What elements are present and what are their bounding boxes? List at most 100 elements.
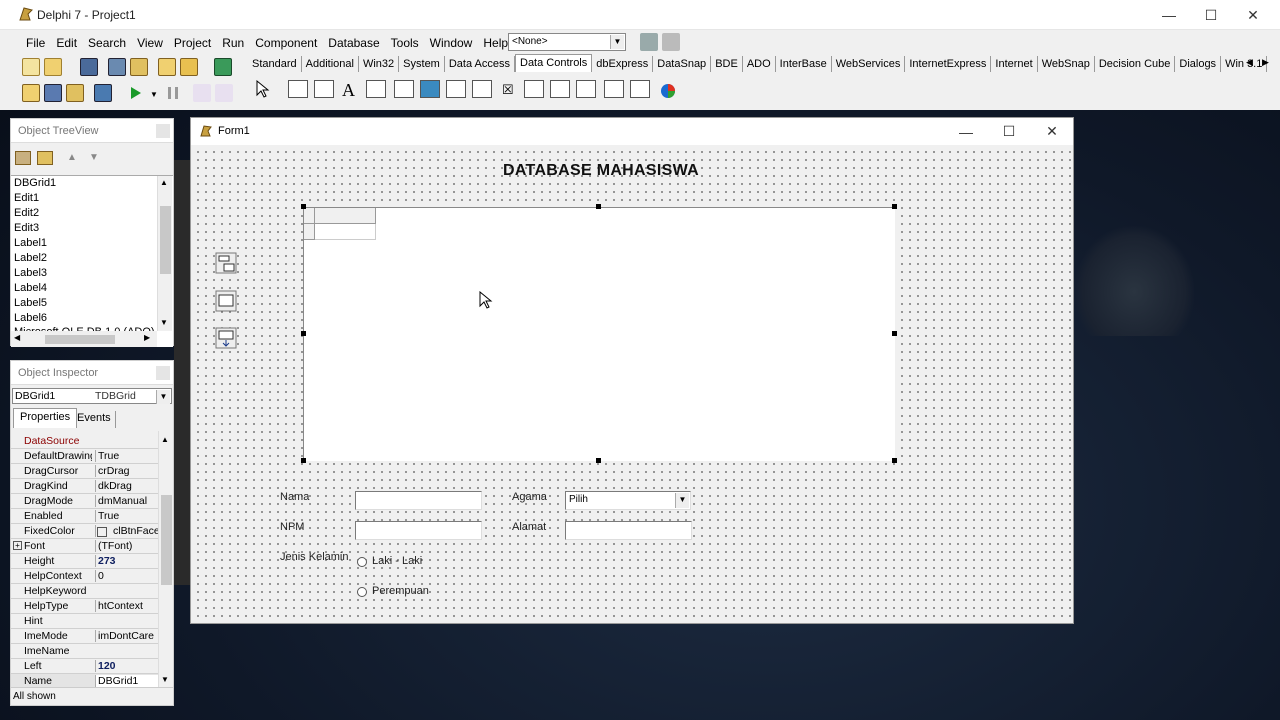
scroll-down-icon[interactable]: ▼: [160, 318, 168, 327]
list-item[interactable]: DBGrid1: [14, 177, 56, 192]
maximize-button[interactable]: ☐: [1188, 0, 1234, 30]
npm-input[interactable]: [355, 521, 482, 540]
scroll-left-icon[interactable]: ◀: [14, 333, 20, 342]
remove-file-icon[interactable]: [180, 58, 198, 76]
property-row[interactable]: Height 273: [11, 554, 158, 569]
list-item[interactable]: Label6: [14, 312, 47, 327]
tab-datasnap[interactable]: DataSnap: [653, 56, 712, 72]
help-contents-icon[interactable]: [214, 58, 232, 76]
property-row[interactable]: HelpKeyword: [11, 584, 158, 599]
tab-win31[interactable]: Win 3.1: [1221, 56, 1268, 72]
property-row[interactable]: DragCursor crDrag: [11, 464, 158, 479]
tab-bde[interactable]: BDE: [711, 56, 743, 72]
horizontal-scrollbar[interactable]: ◀ ▶: [11, 331, 157, 347]
vertical-scrollbar[interactable]: ▲ ▼: [158, 431, 173, 687]
tab-data-controls[interactable]: Data Controls: [515, 54, 593, 72]
selection-handle[interactable]: [892, 204, 897, 209]
tab-internetexpress[interactable]: InternetExpress: [905, 56, 992, 72]
chevron-down-icon[interactable]: ▼: [156, 390, 170, 404]
dbtext-component-icon[interactable]: A: [342, 80, 355, 101]
debug-desktop-icon[interactable]: [662, 33, 680, 51]
scroll-down-icon[interactable]: ▼: [161, 675, 169, 684]
open-icon[interactable]: [44, 58, 62, 76]
save-icon[interactable]: [80, 58, 98, 76]
scroll-up-icon[interactable]: ▲: [161, 435, 169, 444]
dbchart-component-icon[interactable]: [659, 82, 677, 100]
new-form-icon[interactable]: [94, 84, 112, 102]
dbimage-component-icon[interactable]: [420, 80, 440, 98]
list-item[interactable]: Label5: [14, 297, 47, 312]
palette-scroll-right-icon[interactable]: ▶: [1262, 57, 1269, 68]
list-item[interactable]: Edit1: [14, 192, 39, 207]
scrollbar-thumb[interactable]: [45, 335, 115, 344]
nama-input[interactable]: [355, 491, 482, 510]
object-selector-combo[interactable]: DBGrid1 TDBGrid ▼: [12, 388, 172, 404]
scroll-up-icon[interactable]: ▲: [160, 178, 168, 187]
view-form-icon[interactable]: [44, 84, 62, 102]
new-item-icon[interactable]: [15, 151, 31, 165]
dbcheckbox-component-icon[interactable]: ☒: [502, 82, 514, 98]
tab-standard[interactable]: Standard: [248, 56, 302, 72]
view-unit-icon[interactable]: [22, 84, 40, 102]
set-desktop-icon[interactable]: [640, 33, 658, 51]
dblistbox-component-icon[interactable]: [446, 80, 466, 98]
alamat-input[interactable]: [565, 521, 692, 540]
tab-win32[interactable]: Win32: [359, 56, 400, 72]
selection-handle[interactable]: [596, 204, 601, 209]
selection-handle[interactable]: [301, 331, 306, 336]
scroll-right-icon[interactable]: ▶: [144, 333, 150, 342]
arrow-up-icon[interactable]: ▲: [67, 152, 77, 163]
tab-interbase[interactable]: InterBase: [776, 56, 832, 72]
dblookuplistbox-component-icon[interactable]: [550, 80, 570, 98]
minimize-button[interactable]: —: [1146, 0, 1192, 30]
scrollbar-thumb[interactable]: [160, 206, 171, 274]
tab-websnap[interactable]: WebSnap: [1038, 56, 1095, 72]
property-row[interactable]: FixedColor clBtnFace: [11, 524, 158, 539]
list-item[interactable]: Label3: [14, 267, 47, 282]
menu-file[interactable]: File: [20, 33, 50, 55]
dbctrlgrid-component-icon[interactable]: [630, 80, 650, 98]
tab-dbexpress[interactable]: dbExpress: [592, 56, 654, 72]
list-item[interactable]: Edit3: [14, 222, 39, 237]
property-row[interactable]: + Font (TFont): [11, 539, 158, 554]
property-row[interactable]: ImeName: [11, 644, 158, 659]
expand-icon[interactable]: +: [13, 541, 22, 550]
adotable-component-icon[interactable]: [215, 290, 237, 312]
dbnavigator-component-icon[interactable]: [314, 80, 334, 98]
toggle-form-unit-icon[interactable]: [66, 84, 84, 102]
chevron-down-icon[interactable]: ▼: [610, 35, 624, 49]
tab-internet[interactable]: Internet: [991, 56, 1038, 72]
pause-icon[interactable]: [165, 85, 181, 101]
adoconnection-component-icon[interactable]: [215, 252, 237, 274]
property-row[interactable]: DefaultDrawing True: [11, 449, 158, 464]
list-item[interactable]: Label1: [14, 237, 47, 252]
selection-handle[interactable]: [301, 204, 306, 209]
run-dropdown-icon[interactable]: ▼: [150, 90, 158, 99]
tab-events[interactable]: Events: [73, 411, 116, 428]
menu-run[interactable]: Run: [216, 33, 249, 55]
grid-header-cell[interactable]: [315, 208, 376, 224]
new-icon[interactable]: [22, 58, 40, 76]
list-item[interactable]: Edit2: [14, 207, 39, 222]
dbgrid-component-icon[interactable]: [288, 80, 308, 98]
add-file-icon[interactable]: [158, 58, 176, 76]
form-close-button[interactable]: ✕: [1029, 118, 1075, 145]
tab-data-access[interactable]: Data Access: [445, 56, 515, 72]
property-row[interactable]: ImeMode imDontCare: [11, 629, 158, 644]
close-icon[interactable]: [156, 366, 170, 380]
property-row[interactable]: Hint: [11, 614, 158, 629]
close-icon[interactable]: [156, 124, 170, 138]
property-row[interactable]: Enabled True: [11, 509, 158, 524]
list-item[interactable]: Label4: [14, 282, 47, 297]
trace-into-icon[interactable]: [193, 84, 211, 102]
radio-laki-laki[interactable]: [357, 557, 367, 567]
dbrichedit-component-icon[interactable]: [604, 80, 624, 98]
menu-project[interactable]: Project: [168, 33, 216, 55]
agama-combo[interactable]: Pilih ▼: [565, 491, 691, 510]
menu-database[interactable]: Database: [322, 33, 384, 55]
tab-properties[interactable]: Properties: [13, 408, 78, 428]
menu-search[interactable]: Search: [82, 33, 131, 55]
chevron-down-icon[interactable]: ▼: [675, 493, 689, 508]
scrollbar-thumb[interactable]: [161, 495, 172, 585]
save-all-icon[interactable]: [108, 58, 126, 76]
